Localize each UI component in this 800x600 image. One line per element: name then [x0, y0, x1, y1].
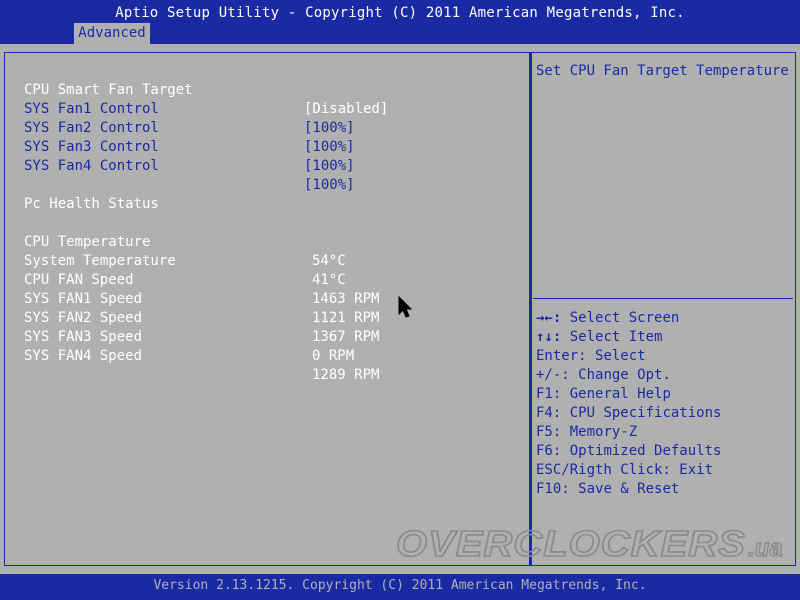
health-system-temperature: System Temperature 41°C [24, 233, 346, 288]
health-value: 0 RPM [312, 348, 355, 364]
health-value: 41°C [312, 272, 346, 288]
key-name: →←: [536, 310, 562, 326]
setting-sys-fan4-control[interactable]: SYS Fan4 Control [100%] [24, 138, 355, 193]
help-divider [533, 298, 793, 299]
setting-label: SYS Fan4 Control [24, 158, 159, 174]
key-hint: F10: Save & Reset [536, 480, 721, 499]
key-action: General Help [569, 386, 671, 402]
setting-value[interactable]: [100%] [304, 157, 355, 176]
key-name: F1: [536, 386, 562, 402]
key-hint: →←: Select Screen [536, 309, 721, 328]
setting-sys-fan3-control[interactable]: SYS Fan3 Control [100%] [24, 119, 355, 174]
key-name: F6: [536, 443, 562, 459]
key-hint: F5: Memory-Z [536, 423, 721, 442]
health-cpu-temperature: CPU Temperature 54°C [24, 214, 346, 269]
key-hint: +/-: Change Opt. [536, 366, 721, 385]
key-hint: ↑↓: Select Item [536, 328, 721, 347]
health-label: System Temperature [24, 253, 176, 269]
health-value: 1289 RPM [312, 367, 380, 383]
key-hint: F4: CPU Specifications [536, 404, 721, 423]
key-hint: F1: General Help [536, 385, 721, 404]
key-action: Select Item [569, 329, 663, 345]
setting-label: SYS Fan3 Control [24, 139, 159, 155]
key-action: Change Opt. [578, 367, 671, 383]
overclockers-watermark-logo: OVERCLOCKERS .ua [396, 523, 783, 563]
setting-value[interactable]: [100%] [304, 176, 355, 195]
health-label: CPU Temperature [24, 234, 151, 250]
help-description: Set CPU Fan Target Temperature [536, 63, 789, 79]
key-action: Select Screen [569, 310, 680, 326]
health-section-title: Pc Health Status [24, 176, 159, 212]
key-action: CPU Specifications [569, 405, 722, 421]
key-action: Save & Reset [578, 481, 680, 497]
key-hint: Enter: Select [536, 347, 721, 366]
health-label: SYS FAN1 Speed [24, 291, 143, 307]
setting-label: SYS Fan1 Control [24, 101, 159, 117]
tab-advanced[interactable]: Advanced [74, 23, 150, 44]
health-value: 54°C [312, 253, 346, 269]
version-footer: Version 2.13.1215. Copyright (C) 2011 Am… [153, 578, 647, 593]
key-name: ↑↓: [536, 329, 562, 345]
setting-value[interactable]: [100%] [304, 138, 355, 157]
setting-label: SYS Fan2 Control [24, 120, 159, 136]
health-label: SYS FAN4 Speed [24, 348, 143, 364]
watermark-brand: OVERCLOCKERS [396, 523, 746, 563]
section-title: Pc Health Status [24, 196, 159, 212]
setting-sys-fan1-control[interactable]: SYS Fan1 Control [100%] [24, 81, 355, 136]
health-sys-fan3-speed: SYS FAN3 Speed 0 RPM [24, 309, 354, 364]
mouse-pointer-icon [398, 296, 413, 318]
key-name: F5: [536, 424, 562, 440]
key-action: Exit [679, 462, 714, 478]
health-value: 1367 RPM [312, 329, 380, 345]
setting-value[interactable]: [100%] [304, 119, 355, 138]
key-legend: →←: Select Screen ↑↓: Select Item Enter:… [536, 309, 721, 499]
health-sys-fan2-speed: SYS FAN2 Speed 1367 RPM [24, 290, 379, 345]
frame-top [0, 44, 800, 52]
key-name: ESC/Rigth Click: [536, 462, 671, 478]
health-sys-fan1-speed: SYS FAN1 Speed 1121 RPM [24, 271, 379, 326]
key-hint: ESC/Rigth Click: Exit [536, 461, 721, 480]
app-title: Aptio Setup Utility - Copyright (C) 2011… [115, 5, 685, 21]
key-action: Memory-Z [569, 424, 638, 440]
health-label: SYS FAN3 Speed [24, 329, 143, 345]
health-value: 1121 RPM [312, 310, 380, 326]
setting-label: CPU Smart Fan Target [24, 82, 193, 98]
key-hint: F6: Optimized Defaults [536, 442, 721, 461]
key-name: Enter: [536, 348, 587, 364]
health-value: 1463 RPM [312, 291, 380, 307]
setting-sys-fan2-control[interactable]: SYS Fan2 Control [100%] [24, 100, 355, 155]
watermark-suffix: .ua [748, 535, 783, 562]
health-cpu-fan-speed: CPU FAN Speed 1463 RPM [24, 252, 379, 307]
key-action: Optimized Defaults [569, 443, 722, 459]
key-name: +/-: [536, 367, 570, 383]
key-name: F4: [536, 405, 562, 421]
health-sys-fan4-speed: SYS FAN4 Speed 1289 RPM [24, 328, 379, 383]
setting-value[interactable]: [Disabled] [304, 100, 388, 119]
health-label: SYS FAN2 Speed [24, 310, 143, 326]
setting-cpu-smart-fan-target[interactable]: CPU Smart Fan Target [Disabled] [24, 62, 388, 117]
key-action: Select [595, 348, 646, 364]
key-name: F10: [536, 481, 570, 497]
